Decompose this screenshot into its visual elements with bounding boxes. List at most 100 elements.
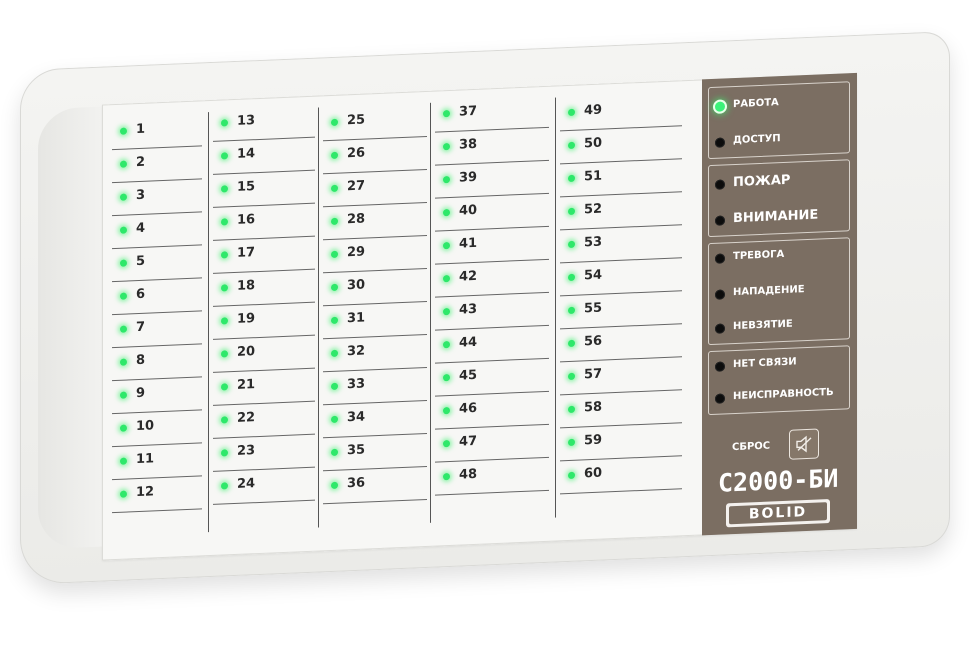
zone-cell: 6 [112, 277, 202, 316]
zone-number: 57 [584, 366, 603, 383]
zone-number: 25 [347, 112, 366, 129]
zone-number: 16 [237, 212, 256, 228]
zone-led-icon [568, 438, 575, 447]
status-work: РАБОТА [709, 86, 849, 122]
zone-led-icon [221, 152, 228, 160]
zone-cell: 12 [112, 475, 202, 514]
zone-number: 31 [347, 310, 366, 327]
zone-number: 27 [347, 178, 366, 195]
attack-led-icon [715, 289, 725, 300]
zone-led-icon [443, 142, 450, 151]
zone-led-icon [568, 240, 575, 249]
zone-led-icon [221, 350, 228, 358]
zone-number: 18 [237, 278, 256, 294]
zone-number: 23 [237, 443, 256, 459]
zone-number: 46 [459, 400, 478, 417]
zone-cell: 26 [323, 135, 427, 175]
zone-led-icon [568, 141, 575, 150]
zone-led-icon [568, 273, 575, 282]
fire-led-icon [715, 179, 725, 190]
zone-number: 29 [347, 244, 366, 261]
zone-led-icon [120, 325, 127, 333]
zone-led-icon [120, 160, 127, 168]
alarm-led-icon [715, 253, 725, 264]
zone-number: 47 [459, 433, 478, 450]
status-attack: НАПАДЕНИЕ [709, 274, 849, 310]
zone-number: 4 [136, 220, 146, 237]
fault-led-icon [715, 393, 725, 404]
zone-number: 6 [136, 286, 146, 303]
zone-number: 14 [237, 146, 256, 162]
zone-led-icon [331, 316, 338, 324]
zone-number: 30 [347, 277, 366, 294]
zone-led-icon [221, 482, 228, 490]
zone-number: 8 [136, 352, 146, 369]
zone-cell: 21 [213, 367, 315, 406]
zone-number: 15 [237, 179, 256, 195]
zone-number: 26 [347, 145, 366, 162]
status-group-system: РАБОТА ДОСТУП [708, 81, 850, 160]
status-access-label: ДОСТУП [733, 133, 781, 147]
status-no-link: НЕТ СВЯЗИ [709, 346, 849, 382]
indicator-panel-device: 1 2 3 4 5 6 7 8 9 10 11 12 13 14 15 16 17 18 19 20 21 22 23 24 2… [20, 31, 950, 586]
zone-cell: 13 [213, 103, 315, 142]
zone-number: 3 [136, 187, 146, 204]
zone-led-icon [120, 358, 127, 366]
zone-cell: 34 [323, 399, 427, 439]
status-attack-label: НАПАДЕНИЕ [733, 284, 805, 299]
zone-led-icon [568, 405, 575, 414]
zone-number: 40 [459, 202, 478, 219]
status-not-armed: НЕВЗЯТИЕ [709, 308, 849, 344]
status-group-faults: НЕТ СВЯЗИ НЕИСПРАВНОСТЬ [708, 345, 850, 416]
zone-led-icon [443, 241, 450, 250]
zone-number: 51 [584, 168, 603, 185]
zone-number: 35 [347, 442, 366, 459]
zone-number: 53 [584, 234, 603, 251]
status-fault: НЕИСПРАВНОСТЬ [709, 378, 849, 414]
model-name: С2000-БИ [718, 463, 839, 498]
status-group-fire: ПОЖАР ВНИМАНИЕ [708, 159, 850, 238]
zone-led-icon [221, 284, 228, 292]
zone-led-icon [221, 119, 228, 127]
zone-number: 37 [459, 103, 478, 120]
reset-button[interactable] [789, 428, 819, 460]
zone-led-icon [221, 317, 228, 325]
zone-led-icon [120, 292, 127, 300]
zone-led-icon [221, 416, 228, 424]
zone-cell: 30 [323, 267, 427, 307]
zone-number: 22 [237, 410, 256, 426]
zone-led-icon [331, 217, 338, 225]
zone-number: 12 [136, 484, 155, 501]
zone-led-icon [568, 306, 575, 315]
zone-led-icon [331, 184, 338, 192]
zone-number: 42 [459, 268, 478, 285]
zone-led-icon [443, 307, 450, 316]
housing-left-bezel [38, 106, 108, 550]
no-link-led-icon [715, 361, 725, 372]
status-work-label: РАБОТА [733, 97, 779, 111]
zone-led-icon [221, 449, 228, 457]
zone-cell: 28 [323, 201, 427, 241]
zone-led-icon [443, 406, 450, 415]
zone-cell: 36 [323, 465, 427, 505]
zone-number: 36 [347, 475, 366, 492]
status-alarm: ТРЕВОГА [709, 238, 849, 274]
zone-led-icon [331, 382, 338, 390]
zone-number: 58 [584, 399, 603, 416]
zone-column: 13 14 15 16 17 18 19 20 21 22 23 24 [208, 103, 317, 533]
zone-cell: 19 [213, 301, 315, 340]
zone-led-icon [568, 174, 575, 183]
zone-cell: 31 [323, 300, 427, 340]
status-group-security: ТРЕВОГА НАПАДЕНИЕ НЕВЗЯТИЕ [708, 237, 850, 346]
zone-column: 49 50 51 52 53 54 55 56 57 58 59 60 [555, 92, 684, 518]
zone-led-icon [443, 340, 450, 349]
zone-number: 48 [459, 466, 478, 483]
status-attention: ВНИМАНИЕ [709, 200, 849, 236]
zone-number: 52 [584, 201, 603, 218]
mute-speaker-icon [796, 435, 812, 453]
zone-number: 7 [136, 319, 146, 336]
reset-label: СБРОС [732, 440, 771, 454]
zone-led-icon [221, 383, 228, 391]
zone-led-icon [331, 349, 338, 357]
status-fault-label: НЕИСПРАВНОСТЬ [733, 386, 834, 403]
